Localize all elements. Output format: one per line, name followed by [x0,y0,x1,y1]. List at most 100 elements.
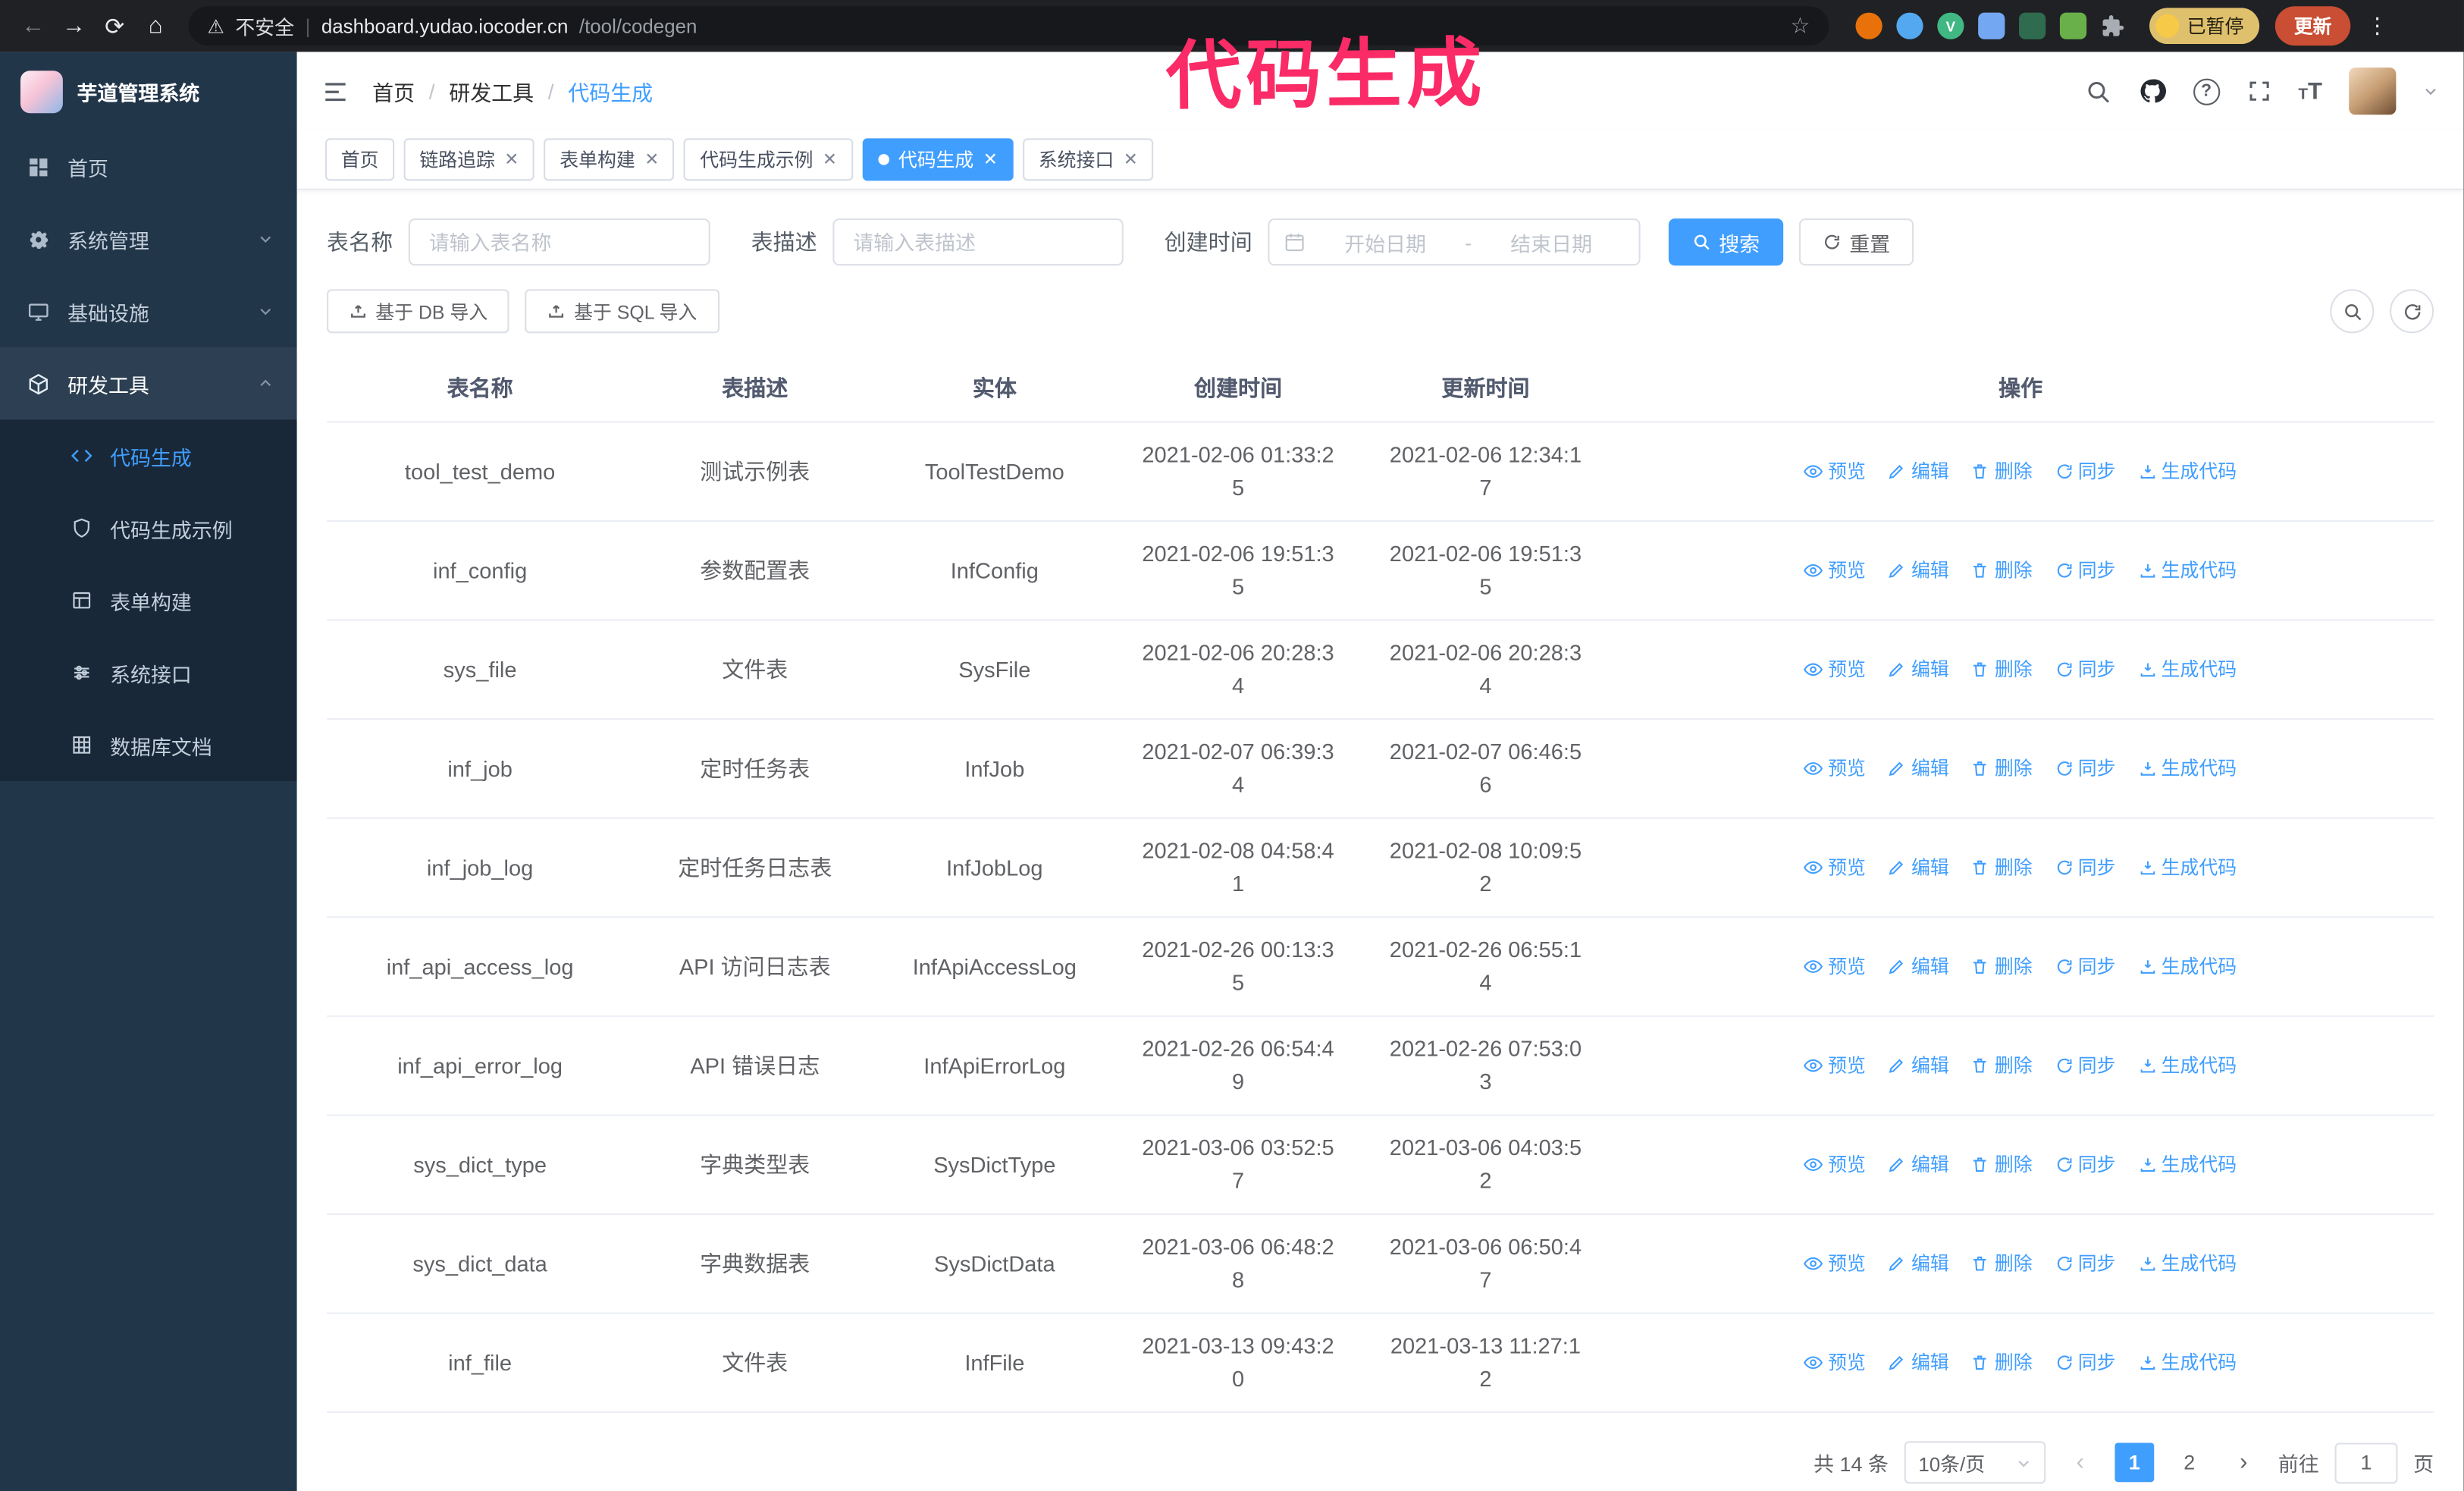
close-icon[interactable]: ✕ [823,149,837,170]
sidebar-item-devtools[interactable]: 研发工具 [0,347,297,420]
preview-link[interactable]: 预览 [1804,1247,1866,1280]
preview-link[interactable]: 预览 [1804,1148,1866,1182]
generate-code-link[interactable]: 生成代码 [2138,950,2237,984]
sync-link[interactable]: 同步 [2055,950,2116,984]
goto-page-input[interactable] [2334,1442,2398,1483]
generate-code-link[interactable]: 生成代码 [2138,1148,2237,1182]
extension-icon-5[interactable] [2059,12,2087,39]
font-size-icon[interactable]: TT [2298,80,2322,103]
extension-icon-2[interactable] [1896,12,1923,39]
generate-code-link[interactable]: 生成代码 [2138,851,2237,884]
address-bar[interactable]: ⚠ 不安全 | dashboard.yudao.iocoder.cn/tool/… [188,6,1829,46]
extension-icon-3[interactable] [1978,12,2005,39]
help-icon[interactable]: ? [2193,77,2220,105]
sidebar-toggle-icon[interactable] [322,78,349,105]
import-db-button[interactable]: 基于 DB 导入 [327,289,510,334]
submenu-item-codegen-example[interactable]: 代码生成示例 [0,492,297,564]
close-icon[interactable]: ✕ [644,149,659,170]
avatar[interactable] [2349,67,2397,115]
generate-code-link[interactable]: 生成代码 [2138,455,2237,488]
edit-link[interactable]: 编辑 [1888,1346,1949,1380]
tab-home[interactable]: 首页 [324,138,395,181]
preview-link[interactable]: 预览 [1804,1049,1866,1082]
delete-link[interactable]: 删除 [1971,554,2033,588]
delete-link[interactable]: 删除 [1971,950,2033,984]
sync-link[interactable]: 同步 [2055,1247,2116,1280]
preview-link[interactable]: 预览 [1804,653,1866,686]
browser-update-button[interactable]: 更新 [2274,6,2351,46]
tab-codegen-example[interactable]: 代码生成示例 ✕ [684,138,853,181]
table-name-input[interactable] [408,218,710,266]
chevron-down-icon[interactable] [2423,83,2439,99]
preview-link[interactable]: 预览 [1804,950,1866,984]
bookmark-star-icon[interactable]: ☆ [1790,13,1810,39]
reset-button[interactable]: 重置 [1798,218,1914,266]
page-number-2[interactable]: 2 [2170,1442,2209,1482]
delete-link[interactable]: 删除 [1971,1247,2033,1280]
table-desc-input[interactable] [832,218,1124,266]
tab-form-builder[interactable]: 表单构建 ✕ [544,138,676,181]
extension-icon-vue[interactable]: V [1937,12,1964,39]
delete-link[interactable]: 删除 [1971,455,2033,488]
submenu-item-form-builder[interactable]: 表单构建 [0,564,297,636]
browser-menu-icon[interactable]: ⋮ [2366,13,2388,39]
sync-link[interactable]: 同步 [2055,752,2116,786]
submenu-item-system-api[interactable]: 系统接口 [0,636,297,708]
tab-tracing[interactable]: 链路追踪 ✕ [403,138,535,181]
sync-link[interactable]: 同步 [2055,554,2116,588]
import-sql-button[interactable]: 基于 SQL 导入 [525,289,719,334]
reload-button[interactable]: ⟳ [94,5,135,46]
back-button[interactable]: ← [13,5,54,46]
extension-icon-4[interactable] [2019,12,2046,39]
preview-link[interactable]: 预览 [1804,554,1866,588]
search-icon[interactable] [2084,78,2111,105]
forward-button[interactable]: → [53,5,94,46]
generate-code-link[interactable]: 生成代码 [2138,1049,2237,1082]
generate-code-link[interactable]: 生成代码 [2138,554,2237,588]
next-page-button[interactable]: › [2224,1442,2262,1482]
profile-paused-badge[interactable]: 已暂停 [2149,8,2260,45]
delete-link[interactable]: 删除 [1971,1049,2033,1082]
sidebar-item-system-mgmt[interactable]: 系统管理 [0,202,297,275]
close-icon[interactable]: ✕ [504,149,519,170]
generate-code-link[interactable]: 生成代码 [2138,752,2237,786]
edit-link[interactable]: 编辑 [1888,653,1949,686]
preview-link[interactable]: 预览 [1804,752,1866,786]
generate-code-link[interactable]: 生成代码 [2138,1346,2237,1380]
submenu-item-codegen[interactable]: 代码生成 [0,419,297,491]
refresh-table-button[interactable] [2390,289,2434,334]
delete-link[interactable]: 删除 [1971,851,2033,884]
date-range-picker[interactable]: 开始日期 - 结束日期 [1268,218,1641,266]
sidebar-item-infrastructure[interactable]: 基础设施 [0,275,297,347]
breadcrumb-home[interactable]: 首页 [372,75,415,106]
edit-link[interactable]: 编辑 [1888,554,1949,588]
delete-link[interactable]: 删除 [1971,1148,2033,1182]
edit-link[interactable]: 编辑 [1888,752,1949,786]
page-number-1[interactable]: 1 [2114,1442,2155,1483]
extensions-puzzle-icon[interactable] [2101,14,2126,39]
toggle-search-button[interactable] [2330,289,2375,334]
page-size-select[interactable]: 10条/页 [1904,1441,2046,1484]
delete-link[interactable]: 删除 [1971,653,2033,686]
search-button[interactable]: 搜索 [1668,218,1784,266]
submenu-item-db-docs[interactable]: 数据库文档 [0,709,297,781]
prev-page-button[interactable]: ‹ [2061,1442,2099,1482]
generate-code-link[interactable]: 生成代码 [2138,1247,2237,1280]
sync-link[interactable]: 同步 [2055,1049,2116,1082]
sync-link[interactable]: 同步 [2055,1148,2116,1182]
tab-codegen[interactable]: 代码生成 ✕ [862,138,1014,181]
tab-system-api[interactable]: 系统接口 ✕ [1023,138,1154,181]
sidebar-item-home[interactable]: 首页 [0,130,297,202]
edit-link[interactable]: 编辑 [1888,851,1949,884]
close-icon[interactable]: ✕ [1124,149,1138,170]
preview-link[interactable]: 预览 [1804,455,1866,488]
fullscreen-icon[interactable] [2246,79,2271,104]
delete-link[interactable]: 删除 [1971,752,2033,786]
sync-link[interactable]: 同步 [2055,1346,2116,1380]
breadcrumb-devtools[interactable]: 研发工具 [449,75,534,106]
edit-link[interactable]: 编辑 [1888,455,1949,488]
edit-link[interactable]: 编辑 [1888,950,1949,984]
edit-link[interactable]: 编辑 [1888,1049,1949,1082]
extension-icon-1[interactable] [1855,12,1882,39]
preview-link[interactable]: 预览 [1804,851,1866,884]
